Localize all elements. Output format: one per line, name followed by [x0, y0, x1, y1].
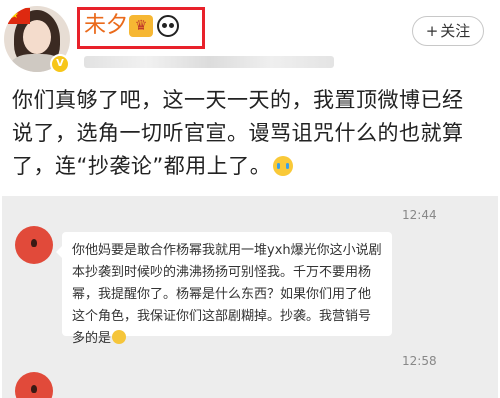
message-bubble: 你他妈要是敢合作杨幂我就用一堆yxh爆光你这小说剧本抄袭到时候吵的沸沸扬扬可别怪… — [56, 232, 392, 346]
crown-badge-icon[interactable]: ♛ — [129, 15, 153, 37]
message-time: 12:58 — [402, 354, 437, 368]
post-line: 了，连“抄袭论”都用上了。 — [12, 150, 490, 183]
post-meta-blurred — [84, 56, 334, 68]
chat-screenshot: 12:44 你他妈要是敢合作杨幂我就用一堆yxh爆光你这小说剧本抄袭到时候吵的沸… — [2, 196, 498, 398]
sender-avatar — [15, 226, 53, 264]
message-time: 12:44 — [402, 208, 437, 222]
plus-icon: + — [425, 22, 439, 40]
avatar-face — [23, 20, 51, 54]
post-line: 你们真够了吧，这一天一天的，我置顶微博已经 — [12, 88, 464, 112]
avatar-mark — [31, 239, 37, 247]
username[interactable]: 未夕 — [84, 13, 128, 39]
post-line-text: 了，连“抄袭论”都用上了。 — [12, 154, 272, 178]
follow-label: 关注 — [440, 22, 471, 40]
follow-button[interactable]: + 关注 — [412, 16, 484, 46]
avatar-mark — [31, 385, 37, 393]
verified-badge-icon: V — [50, 54, 70, 74]
crying-emoji-icon — [273, 156, 294, 176]
china-flag-icon: ★ — [8, 8, 30, 24]
post-content: 你们真够了吧，这一天一天的，我置顶微博已经 说了，选角一切听官宣。谩骂诅咒什么的… — [12, 84, 490, 183]
post-line: 说了，选角一切听官宣。谩骂诅咒什么的也就算 — [12, 121, 464, 145]
smile-emoji-icon — [112, 330, 127, 344]
panda-icon[interactable] — [157, 15, 179, 37]
sender-avatar — [15, 372, 53, 398]
